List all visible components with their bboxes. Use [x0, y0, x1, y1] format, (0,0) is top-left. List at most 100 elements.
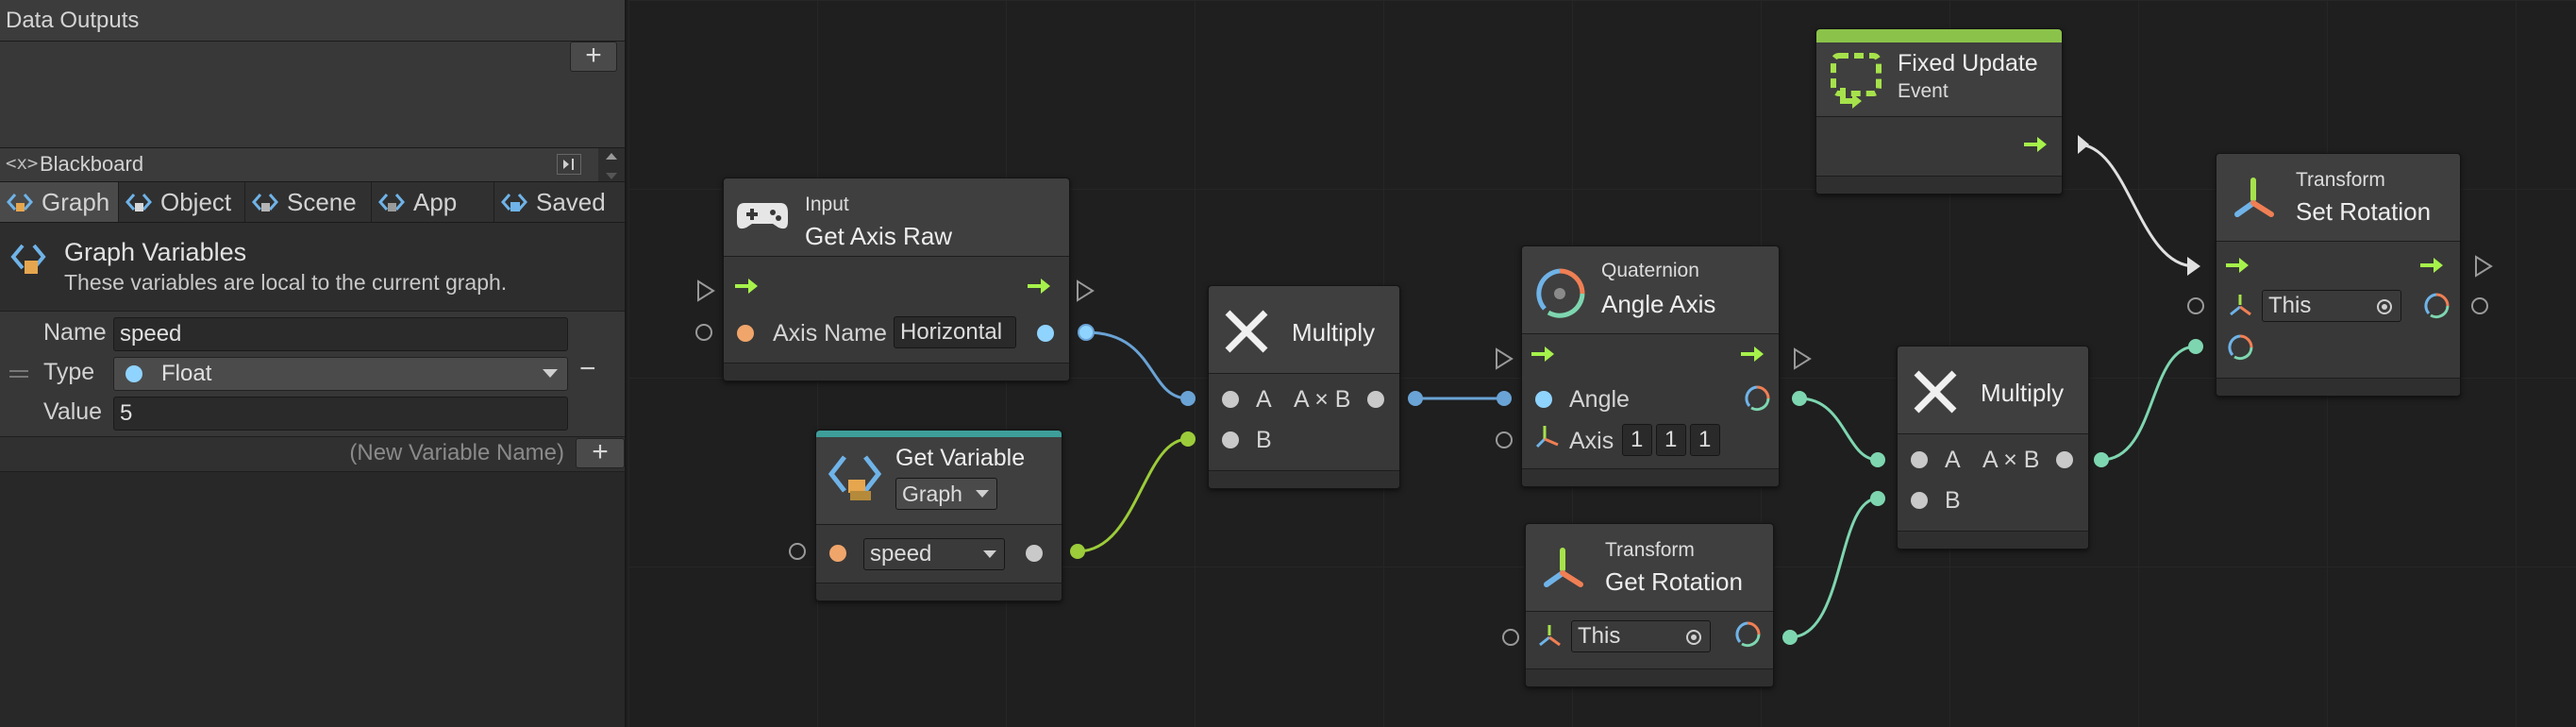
object-picker-icon[interactable]	[1685, 629, 1702, 646]
variable-row: Name speed Type Float − Value 5	[0, 312, 625, 437]
transform-icon	[1544, 548, 1583, 587]
node-footer	[724, 363, 1069, 380]
node-footer	[1898, 531, 2088, 549]
value-label: Value	[43, 398, 103, 425]
input-b-port-icon[interactable]	[1911, 492, 1928, 509]
tab-app-label: App	[413, 188, 458, 216]
output-label: A × B	[1294, 386, 1351, 413]
output-port-icon[interactable]	[1367, 391, 1384, 408]
gamepad-icon	[737, 203, 788, 229]
data-outputs-header: Data Outputs	[0, 0, 625, 42]
variable-scope-value: Graph	[902, 482, 962, 506]
tab-saved-label: Saved	[536, 188, 606, 216]
tab-app[interactable]: App	[372, 182, 494, 222]
saved-icon	[501, 194, 527, 211]
graph-canvas[interactable]: Input Get Axis Raw Axis Name Horizontal …	[628, 0, 2576, 727]
axis-z-input[interactable]: 1	[1690, 424, 1720, 456]
blackboard-tabs: Graph Object Scene App Saved	[0, 182, 625, 223]
tab-graph-label: Graph	[42, 188, 110, 216]
variable-name-field[interactable]: speed	[113, 317, 568, 351]
graph-variables-title: Graph Variables	[64, 238, 247, 266]
scrollbar[interactable]	[598, 148, 625, 181]
axis-name-input[interactable]: Horizontal	[894, 316, 1016, 348]
blackboard-title: Blackboard	[40, 152, 144, 176]
quaternion-icon	[1536, 268, 1585, 318]
output-label: A × B	[1982, 447, 2040, 473]
tab-saved[interactable]: Saved	[494, 182, 627, 222]
quaternion-output-icon	[1745, 385, 1770, 412]
tab-object[interactable]: Object	[119, 182, 245, 222]
tab-scene[interactable]: Scene	[245, 182, 372, 222]
data-outputs-title: Data Outputs	[6, 8, 140, 33]
code-icon: <x>	[6, 153, 39, 174]
node-subtitle: Transform	[1605, 539, 1695, 561]
node-get-variable[interactable]: Get Variable Graph speed	[815, 430, 1062, 601]
transform-icon	[2234, 178, 2274, 217]
node-multiply-1[interactable]: Multiply A A × B B	[1208, 285, 1400, 489]
variable-name-dropdown[interactable]: speed	[863, 538, 1005, 570]
node-title: Get Axis Raw	[805, 222, 953, 250]
node-get-rotation[interactable]: Transform Get Rotation This	[1525, 523, 1774, 687]
variable-type-dropdown[interactable]: Float	[113, 357, 568, 391]
dock-icon[interactable]	[557, 154, 581, 175]
float-output-port-icon[interactable]	[1037, 325, 1054, 342]
new-variable-row: (New Variable Name) +	[0, 437, 625, 472]
input-b-port-icon[interactable]	[1222, 431, 1239, 448]
chevron-down-icon	[983, 550, 996, 558]
node-fixed-update[interactable]: Fixed Update Event	[1815, 28, 2063, 194]
tab-scene-label: Scene	[287, 188, 357, 216]
node-multiply-2[interactable]: Multiply A A × B B	[1897, 346, 2089, 549]
blackboard-panel: Data Outputs + <x> Blackboard Graph Obje…	[0, 0, 627, 727]
transform-port-icon	[1539, 625, 1561, 647]
flow-in-arrow-icon	[1531, 347, 1554, 362]
axis-x-input[interactable]: 1	[1622, 424, 1652, 456]
object-picker-icon[interactable]	[2376, 298, 2393, 315]
input-a-port-icon[interactable]	[1222, 391, 1239, 408]
object-output-port-icon[interactable]	[1026, 545, 1043, 562]
type-label: Type	[43, 359, 95, 385]
remove-variable-button[interactable]: −	[579, 353, 596, 385]
target-object-field[interactable]: This	[1571, 620, 1711, 652]
flow-out-arrow-icon	[1741, 347, 1764, 362]
node-title: Get Variable	[895, 445, 1026, 471]
node-footer	[816, 583, 1062, 600]
quaternion-output-icon	[1735, 621, 1761, 648]
variable-scope-dropdown[interactable]: Graph	[895, 478, 997, 510]
flow-out-arrow-icon	[1028, 279, 1050, 294]
axis-y-input[interactable]: 1	[1656, 424, 1686, 456]
variable-name-value: speed	[870, 541, 932, 566]
node-footer	[1209, 470, 1399, 488]
rotation-input-icon	[2228, 334, 2253, 361]
node-title: Multiply	[1981, 379, 2065, 407]
node-title: Set Rotation	[2296, 197, 2432, 226]
data-outputs-body: +	[0, 42, 625, 148]
quaternion-output-icon	[2424, 293, 2450, 319]
add-data-output-button[interactable]: +	[570, 42, 617, 72]
vector3-icon	[1535, 426, 1559, 448]
output-port-icon[interactable]	[2056, 451, 2073, 468]
node-title: Multiply	[1292, 318, 1376, 347]
node-angle-axis[interactable]: Quaternion Angle Axis Angle Axis 1 1 1	[1521, 245, 1780, 487]
flow-out-arrow-icon	[2420, 258, 2443, 273]
input-b-label: B	[1256, 427, 1272, 453]
fixed-update-icon	[1831, 53, 1882, 109]
graph-variables-icon	[10, 244, 46, 274]
app-icon	[378, 194, 405, 211]
target-object-field[interactable]: This	[2262, 290, 2401, 322]
graph-variables-desc: These variables are local to the current…	[64, 270, 508, 295]
input-a-port-icon[interactable]	[1911, 451, 1928, 468]
tab-graph[interactable]: Graph	[0, 182, 119, 222]
node-get-axis-raw[interactable]: Input Get Axis Raw Axis Name Horizontal	[723, 178, 1070, 381]
multiply-icon	[1225, 310, 1268, 353]
variable-value-field[interactable]: 5	[113, 397, 568, 431]
drag-handle[interactable]	[9, 370, 28, 378]
float-type-icon	[125, 365, 142, 382]
node-subtitle: Transform	[2296, 169, 2385, 191]
flow-out-arrow-icon[interactable]	[2024, 135, 2049, 154]
angle-label: Angle	[1569, 386, 1630, 413]
multiply-icon	[1914, 370, 1957, 414]
node-set-rotation[interactable]: Transform Set Rotation This	[2216, 153, 2461, 397]
transform-port-icon	[2230, 295, 2251, 316]
add-variable-button[interactable]: +	[576, 438, 625, 468]
new-variable-name-input[interactable]: (New Variable Name)	[0, 437, 570, 469]
